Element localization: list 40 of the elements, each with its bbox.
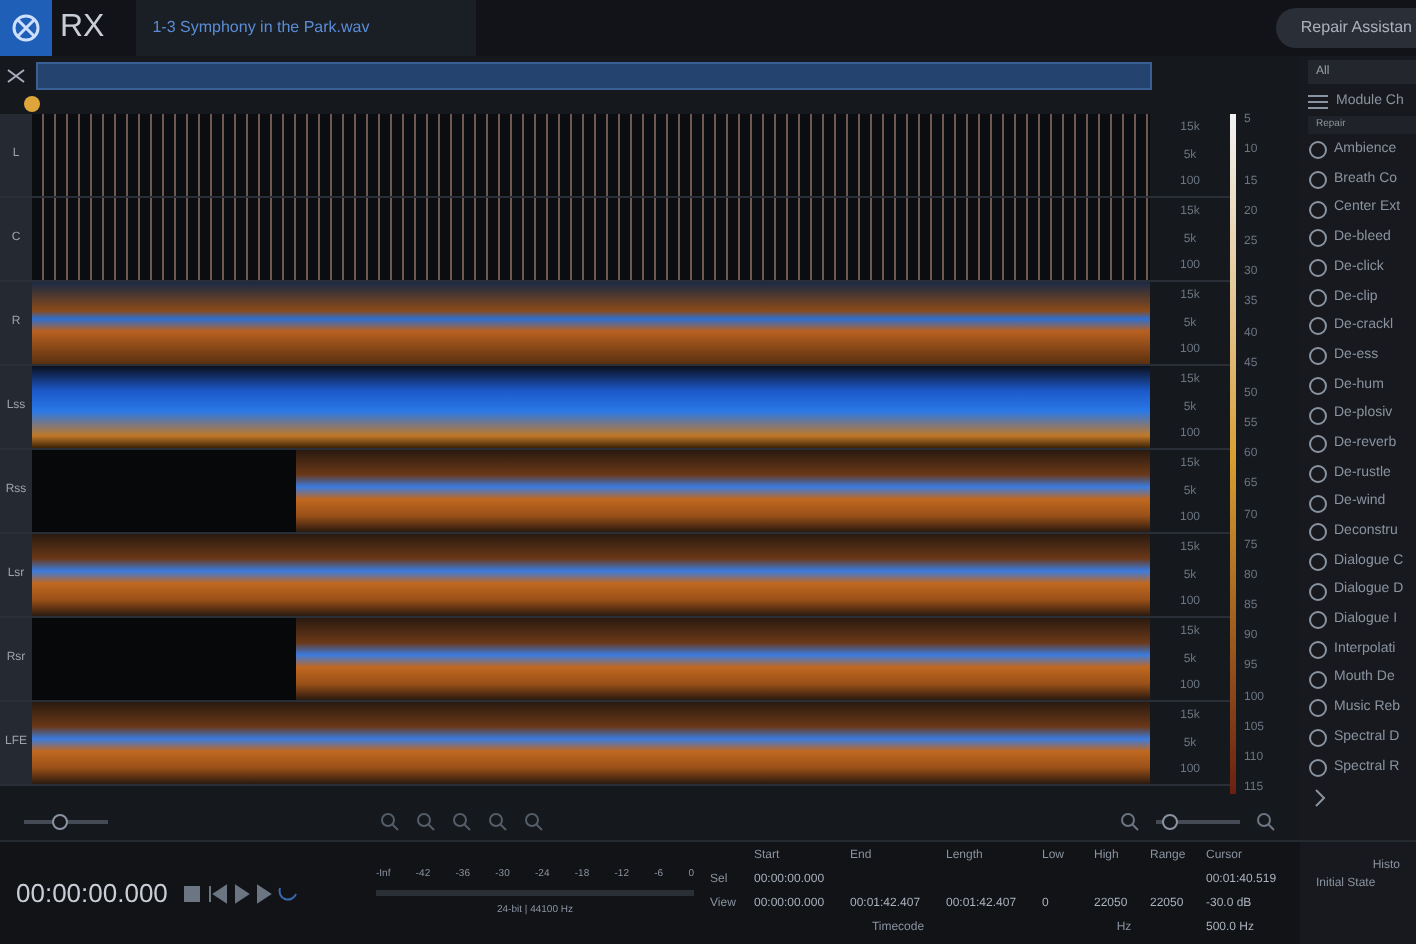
zoom-icon [416, 811, 436, 832]
module-icon [1308, 698, 1328, 719]
zoom-icon [452, 811, 472, 832]
file-tab[interactable]: 1-3 Symphony in the Park.wav [136, 0, 477, 56]
waveform-overview[interactable] [36, 61, 1152, 90]
module-icon [1308, 346, 1328, 367]
chevron-right-icon [1312, 788, 1328, 809]
zoom-out-icon [1120, 811, 1140, 832]
app-name: RX [60, 8, 105, 48]
module-icon [1308, 258, 1328, 279]
module-icon [1308, 375, 1328, 396]
zoom-icon [380, 811, 400, 832]
horizontal-zoom-slider-thumb[interactable] [1162, 813, 1179, 830]
module-icon [1308, 669, 1328, 690]
module-icon [1308, 757, 1328, 778]
module-icon [1308, 551, 1328, 572]
module-icon [1308, 170, 1328, 191]
module-icon [1308, 287, 1328, 308]
module-icon [1308, 405, 1328, 426]
module-icon [1308, 610, 1328, 631]
zoom-in-icon [1256, 811, 1276, 832]
module-icon [1308, 316, 1328, 337]
module-icon [1308, 228, 1328, 249]
module-icon [1308, 199, 1328, 220]
module-icon [1308, 640, 1328, 661]
list-icon [1308, 94, 1328, 110]
time-display: 00:00:00.000 [16, 875, 168, 912]
zoom-icon [488, 811, 508, 832]
module-icon [1308, 463, 1328, 484]
module-icon [1308, 140, 1328, 161]
logo-icon [10, 12, 42, 44]
zoom-slider-thumb[interactable] [51, 813, 68, 830]
module-icon [1308, 728, 1328, 749]
module-icon [1308, 581, 1328, 602]
module-icon [1308, 434, 1328, 455]
module-icon [1308, 493, 1328, 514]
playhead-marker-icon [22, 94, 42, 115]
repair-assistant-button[interactable]: Repair Assistan [1276, 8, 1416, 48]
module-icon [1308, 522, 1328, 543]
zoom-icon [524, 811, 544, 832]
